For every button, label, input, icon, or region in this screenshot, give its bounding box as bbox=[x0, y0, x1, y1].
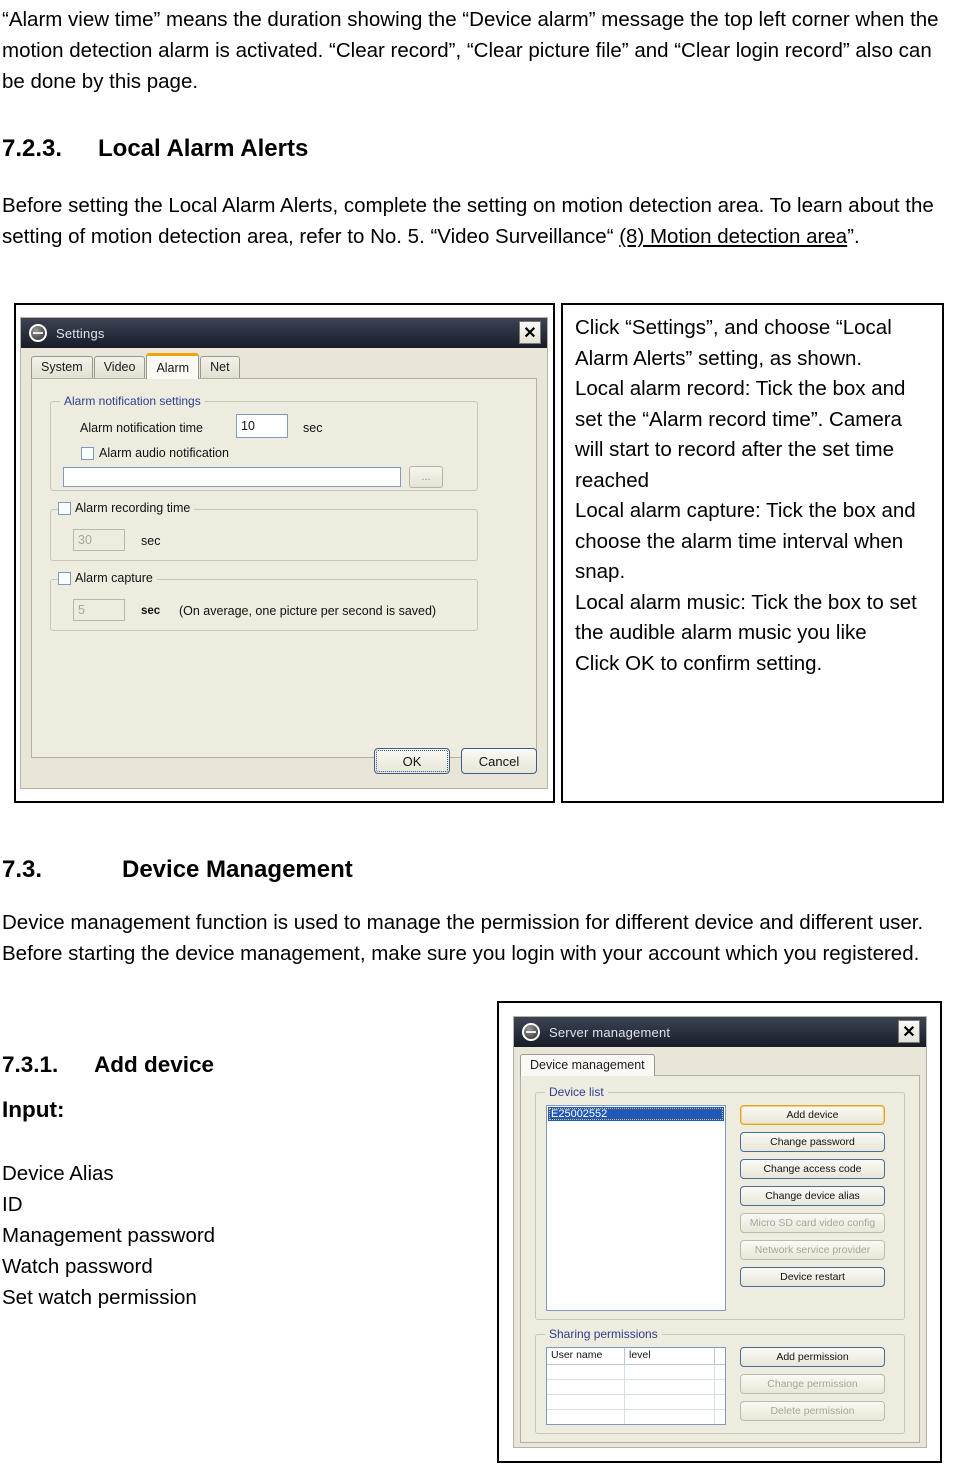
group-alarm-notification-settings: Alarm notification settings Alarm notifi… bbox=[50, 394, 478, 491]
list-item: Watch password bbox=[2, 1255, 153, 1278]
table-row[interactable] bbox=[547, 1410, 725, 1424]
note-line-1: Click “Settings”, and choose “Local Alar… bbox=[575, 316, 892, 370]
note-line-2: Local alarm record: Tick the box and set… bbox=[575, 377, 906, 492]
delete-permission-button: Delete permission bbox=[740, 1401, 885, 1421]
input-field-list: Device Alias ID Management password Watc… bbox=[2, 1158, 482, 1313]
group-device-list: Device list E25002552 Add device Change … bbox=[535, 1085, 905, 1320]
alarm-recording-time-label: Alarm recording time bbox=[75, 501, 191, 515]
tab-video[interactable]: Video bbox=[93, 356, 146, 378]
tab-net[interactable]: Net bbox=[200, 356, 240, 378]
column-header-level: level bbox=[625, 1348, 715, 1364]
add-permission-button[interactable]: Add permission bbox=[740, 1347, 885, 1367]
cancel-button[interactable]: Cancel bbox=[461, 748, 537, 774]
group-alarm-notification-title: Alarm notification settings bbox=[60, 394, 205, 408]
change-access-code-button[interactable]: Change access code bbox=[740, 1159, 885, 1179]
alarm-recording-time-unit: sec bbox=[141, 534, 161, 548]
group-alarm-capture: Alarm capture sec (On average, one pictu… bbox=[50, 571, 478, 631]
alarm-capture-checkbox[interactable] bbox=[58, 571, 71, 585]
alarm-capture-label: Alarm capture bbox=[75, 571, 153, 585]
alarm-capture-interval-input[interactable] bbox=[73, 599, 125, 621]
heading-7-3-1-title: Add device bbox=[94, 1052, 215, 1077]
tab-system[interactable]: System bbox=[31, 356, 93, 378]
figure-cell-note: Click “Settings”, and choose “Local Alar… bbox=[561, 303, 944, 803]
close-icon[interactable]: ✕ bbox=[519, 321, 541, 344]
settings-titlebar: Settings ✕ bbox=[21, 318, 547, 348]
group-alarm-recording-time: Alarm recording time sec bbox=[50, 501, 478, 561]
heading-7-2-3: 7.2.3. Local Alarm Alerts bbox=[2, 134, 954, 164]
section-7-2-3-body: Before setting the Local Alarm Alerts, c… bbox=[2, 190, 954, 252]
permissions-table[interactable]: User name level bbox=[546, 1347, 726, 1425]
alarm-capture-hint: (On average, one picture per second is s… bbox=[179, 604, 437, 618]
group-alarm-capture-title-wrap: Alarm capture bbox=[58, 571, 157, 585]
motion-detection-area-link[interactable]: (8) Motion detection area bbox=[619, 225, 847, 248]
note-line-5: Click OK to confirm setting. bbox=[575, 651, 823, 675]
group-sharing-permissions: Sharing permissions User name level Add … bbox=[535, 1327, 905, 1434]
heading-7-3: 7.3. Device Management bbox=[2, 855, 954, 885]
list-item[interactable]: E25002552 bbox=[548, 1107, 724, 1121]
change-device-alias-button[interactable]: Change device alias bbox=[740, 1186, 885, 1206]
alarm-notification-time-unit: sec bbox=[303, 421, 323, 435]
group-device-list-title: Device list bbox=[545, 1085, 608, 1099]
alarm-capture-unit: sec bbox=[141, 605, 161, 617]
alarm-audio-notification-checkbox[interactable] bbox=[81, 447, 94, 460]
tab-device-management[interactable]: Device management bbox=[520, 1054, 655, 1076]
group-sharing-permissions-title: Sharing permissions bbox=[545, 1327, 662, 1341]
note-line-3: Local alarm capture: Tick the box and ch… bbox=[575, 499, 916, 583]
change-permission-button: Change permission bbox=[740, 1374, 885, 1394]
server-dialog-title: Server management bbox=[549, 1024, 671, 1040]
tab-alarm[interactable]: Alarm bbox=[146, 353, 200, 379]
add-device-button[interactable]: Add device bbox=[740, 1105, 885, 1125]
table-row[interactable] bbox=[547, 1365, 725, 1380]
server-titlebar: Server management ✕ bbox=[514, 1017, 926, 1047]
server-tabstrip: Device management bbox=[520, 1051, 926, 1076]
table-row[interactable] bbox=[547, 1395, 725, 1410]
document-page: “Alarm view time” means the duration sho… bbox=[0, 0, 958, 1473]
app-logo-icon bbox=[522, 1023, 540, 1041]
alarm-tab-panel: Alarm notification settings Alarm notifi… bbox=[31, 378, 537, 758]
alarm-recording-time-input[interactable] bbox=[73, 529, 125, 551]
alarm-notification-time-input[interactable] bbox=[236, 414, 288, 438]
heading-7-3-number: 7.3. bbox=[2, 856, 43, 883]
figure-cell-server-management: Server management ✕ Device management De… bbox=[497, 1001, 942, 1463]
browse-audio-button[interactable]: ... bbox=[409, 466, 443, 488]
alarm-notification-time-label: Alarm notification time bbox=[80, 421, 203, 435]
device-restart-button[interactable]: Device restart bbox=[740, 1267, 885, 1287]
list-item: ID bbox=[2, 1193, 23, 1216]
group-alarm-recording-title-wrap: Alarm recording time bbox=[58, 501, 195, 515]
settings-tabstrip: System Video Alarm Net bbox=[31, 353, 547, 379]
section-7-2-3-body-part2: ”. bbox=[847, 225, 860, 248]
close-icon[interactable]: ✕ bbox=[898, 1020, 920, 1043]
network-service-provider-button: Network service provider bbox=[740, 1240, 885, 1260]
heading-7-3-1: 7.3.1. Add device bbox=[2, 1050, 482, 1080]
heading-7-3-title: Device Management bbox=[122, 856, 353, 883]
app-logo-icon bbox=[29, 324, 47, 342]
device-listbox[interactable]: E25002552 bbox=[546, 1105, 726, 1311]
intro-paragraph: “Alarm view time” means the duration sho… bbox=[2, 8, 939, 93]
settings-dialog-title: Settings bbox=[56, 325, 105, 341]
heading-7-2-3-title: Local Alarm Alerts bbox=[98, 135, 309, 162]
device-management-panel: Device list E25002552 Add device Change … bbox=[520, 1075, 920, 1443]
table-header-row: User name level bbox=[547, 1348, 725, 1365]
input-label: Input: bbox=[2, 1097, 65, 1122]
column-header-user-name: User name bbox=[547, 1348, 625, 1364]
section-7-3-body: Device management function is used to ma… bbox=[2, 911, 924, 965]
note-line-4: Local alarm music: Tick the box to set t… bbox=[575, 590, 917, 645]
micro-sd-card-video-config-button: Micro SD card video config bbox=[740, 1213, 885, 1233]
list-item: Device Alias bbox=[2, 1162, 114, 1185]
figure-cell-settings: Settings ✕ System Video Alarm Net Alarm … bbox=[14, 303, 555, 803]
heading-7-3-1-number: 7.3.1. bbox=[2, 1052, 59, 1077]
alarm-audio-notification-label: Alarm audio notification bbox=[99, 446, 229, 460]
settings-dialog: Settings ✕ System Video Alarm Net Alarm … bbox=[20, 317, 548, 789]
change-password-button[interactable]: Change password bbox=[740, 1132, 885, 1152]
alarm-recording-time-checkbox[interactable] bbox=[58, 501, 71, 515]
table-row[interactable] bbox=[547, 1380, 725, 1395]
list-item: Management password bbox=[2, 1224, 216, 1247]
ok-button[interactable]: OK bbox=[374, 748, 450, 774]
alarm-audio-path-input[interactable] bbox=[63, 467, 401, 487]
figure-table-local-alarm: Settings ✕ System Video Alarm Net Alarm … bbox=[14, 303, 944, 805]
list-item: Set watch permission bbox=[2, 1286, 197, 1309]
heading-7-2-3-number: 7.2.3. bbox=[2, 135, 63, 162]
server-management-dialog: Server management ✕ Device management De… bbox=[513, 1016, 927, 1448]
